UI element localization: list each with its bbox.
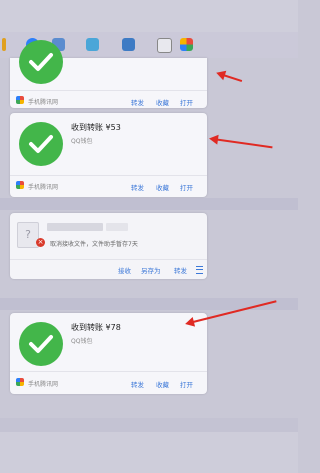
folder-icon[interactable] (86, 38, 99, 51)
card-source: 手机腾讯网 (28, 184, 59, 191)
forward-button[interactable]: 转发 (131, 379, 144, 389)
tencent-news-icon (16, 96, 24, 104)
favorite-button[interactable]: 收藏 (156, 182, 169, 192)
transfer-card[interactable]: 手机腾讯网 转发 收藏 打开 (10, 40, 207, 108)
toolbar-icon[interactable] (2, 38, 6, 51)
check-icon (19, 122, 63, 166)
annotation-arrow (212, 138, 273, 149)
check-icon (19, 322, 63, 366)
screen-icon[interactable] (122, 38, 135, 51)
tencent-news-icon (16, 378, 24, 386)
card-divider (10, 90, 207, 91)
sender-bar (0, 198, 298, 210)
card-divider (10, 175, 207, 176)
forward-button[interactable]: 转发 (131, 97, 144, 107)
annotation-arrow (219, 73, 243, 83)
check-icon (19, 40, 63, 84)
save-as-button[interactable]: 另存为 (141, 265, 161, 275)
sender-bar (0, 298, 298, 310)
input-toolbar (0, 418, 298, 432)
error-icon: × (36, 238, 45, 247)
file-status: 取消接收文件，文件助手暂存7天 (50, 241, 138, 248)
favorite-button[interactable]: 收藏 (156, 379, 169, 389)
transfer-card[interactable]: 收到转账 ¥78 QQ钱包 手机腾讯网 转发 收藏 打开 (10, 313, 207, 394)
tencent-news-icon (16, 181, 24, 189)
transfer-title: 收到转账 ¥53 (71, 123, 121, 132)
open-button[interactable]: 打开 (180, 97, 193, 107)
transfer-card[interactable]: 收到转账 ¥53 QQ钱包 手机腾讯网 转发 收藏 打开 (10, 113, 207, 197)
file-card[interactable]: ? × 取消接收文件，文件助手暂存7天 接收 另存为 转发 (10, 213, 207, 279)
receive-button[interactable]: 接收 (118, 265, 131, 275)
transfer-title: 收到转账 ¥78 (71, 323, 121, 332)
card-source: 手机腾讯网 (28, 99, 59, 106)
open-button[interactable]: 打开 (180, 379, 193, 389)
open-button[interactable]: 打开 (180, 182, 193, 192)
input-area[interactable] (0, 432, 298, 473)
card-source: 手机腾讯网 (28, 381, 59, 388)
menu-icon[interactable] (196, 266, 203, 274)
forward-button[interactable]: 转发 (174, 265, 187, 275)
card-divider (10, 259, 207, 260)
file-name-blurred (47, 223, 103, 231)
chat-icon[interactable] (157, 38, 172, 53)
card-divider (10, 371, 207, 372)
top-bg-band (0, 0, 298, 32)
forward-button[interactable]: 转发 (131, 182, 144, 192)
file-size-blurred (106, 223, 128, 231)
favorite-button[interactable]: 收藏 (156, 97, 169, 107)
transfer-subtitle: QQ钱包 (71, 338, 93, 345)
transfer-subtitle: QQ钱包 (71, 138, 93, 145)
apps-icon[interactable] (180, 38, 193, 51)
